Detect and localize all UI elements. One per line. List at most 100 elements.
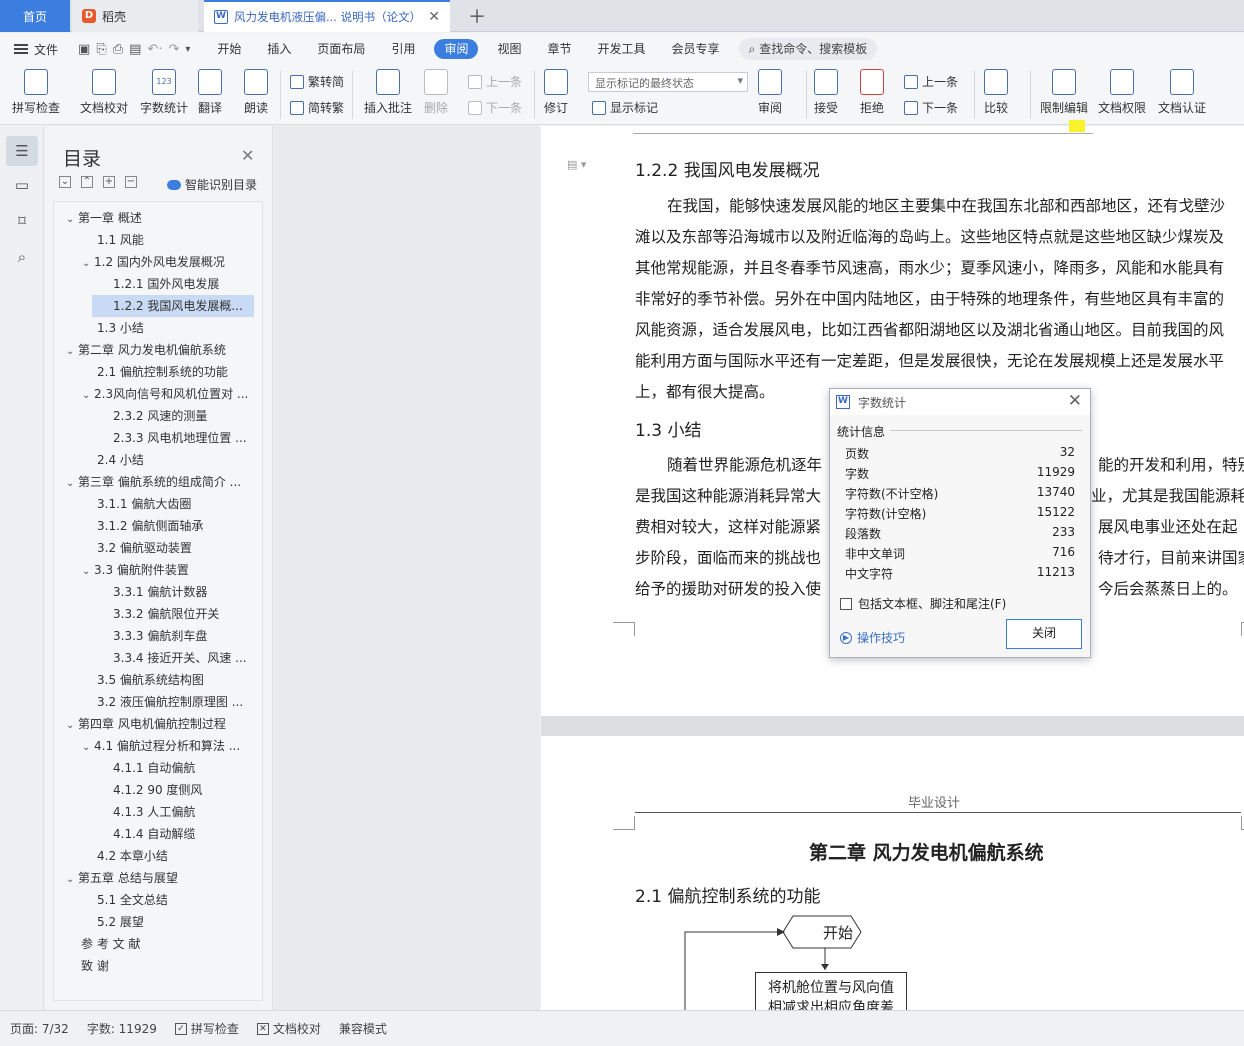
review-pane-button[interactable]: 审阅 [758,69,782,116]
print-icon[interactable]: ⎙ [113,42,123,57]
checkbox-box[interactable] [840,597,852,610]
close-tab-icon[interactable]: ✕ [428,9,440,25]
doc-proof-button[interactable]: 文档校对 [80,69,128,116]
toc-item[interactable]: 4.1.1 自动偏航 [54,757,262,779]
customize-icon[interactable]: ▾ [185,44,190,55]
toc-item[interactable]: 3.3.2 偏航限位开关 [54,603,262,625]
close-icon[interactable]: ✕ [241,146,254,165]
toc-item[interactable]: 3.3.3 偏航刹车盘 [54,625,262,647]
file-menu[interactable]: 文件 [0,41,68,58]
toc-item[interactable]: 3.1.1 偏航大齿圈 [54,493,262,515]
toc-item[interactable]: 2.4 小结 [54,449,262,471]
menu-section[interactable]: 章节 [534,39,584,59]
toc-item[interactable]: 3.1.2 偏航侧面轴承 [54,515,262,537]
next-change-button[interactable]: 下一条 [904,99,958,116]
smart-toc-button[interactable]: 智能识别目录 [167,176,257,193]
remove-item-icon[interactable]: − [125,176,137,188]
menu-member[interactable]: 会员专享 [659,39,733,59]
new-tab-button[interactable]: ＋ [462,0,492,32]
insert-comment-button[interactable]: 插入批注 [364,69,412,116]
menu-start[interactable]: 开始 [204,39,254,59]
toc-item[interactable]: 1.1 风能 [54,229,262,251]
toc-item[interactable]: 3.2 液压偏航控制原理图 ... [54,691,254,713]
undo-icon[interactable]: ↶· [147,42,162,57]
menu-insert[interactable]: 插入 [254,39,304,59]
toc-item[interactable]: ⌄ 3.3 偏航附件装置 [54,559,262,581]
toc-item[interactable]: 4.1.2 90 度侧风 [54,779,262,801]
translate-button[interactable]: 翻译 [198,69,222,116]
toc-item[interactable]: 3.3.4 接近开关、风速 ... [54,647,254,669]
redo-icon[interactable]: ↷ [168,42,179,57]
find-icon[interactable]: ⌕ [6,242,38,272]
markup-state-select[interactable]: 显示标记的最终状态 [588,72,748,92]
command-search[interactable]: ⌕ 查找命令、搜索模板 [738,38,878,60]
toc-item[interactable]: 4.1.3 人工偏航 [54,801,262,823]
toc-item[interactable]: 2.3.2 风速的测量 [54,405,262,427]
toc-item[interactable]: 致 谢 [54,955,262,977]
toc-item[interactable]: ⌄ 2.3风向信号和风机位置对 ... [54,383,254,405]
trad-to-simp-button[interactable]: 繁转简 [290,73,344,90]
compare-button[interactable]: 比较 [984,69,1008,116]
toc-item[interactable]: 4.1.4 自动解缆 [54,823,262,845]
reject-button[interactable]: 拒绝 [860,69,884,116]
tab-document[interactable]: W 风力发电机液压偏... 说明书（论文） ✕ [204,0,450,32]
export-icon[interactable]: ⎘ [96,42,106,57]
outline-icon[interactable]: ☰ [6,136,38,166]
document-page[interactable]: 毕业设计 第二章 风力发电机偏航系统 2.1 偏航控制系统的功能 开始 将机舱位… [541,736,1244,1016]
word-count-button[interactable]: 123 字数统计 [140,69,188,116]
toc-item[interactable]: 1.2.1 国外风电发展 [54,273,262,295]
toc-item[interactable]: 4.2 本章小结 [54,845,262,867]
close-icon[interactable]: ✕ [1068,391,1082,411]
prev-change-button[interactable]: 上一条 [904,73,958,90]
toc-item[interactable]: 1.3 小结 [54,317,262,339]
toc-item[interactable]: ⌄ 第四章 风电机偏航控制过程 [54,713,262,735]
spell-check-toggle[interactable]: ✓ 拼写检查 [174,1020,239,1037]
toc-item[interactable]: ⌄ 第三章 偏航系统的组成简介 ... [54,471,254,493]
doc-rights-button[interactable]: 文档权限 [1098,69,1146,116]
track-changes-button[interactable]: 修订 [544,69,568,116]
toc-item[interactable]: ⌄ 第一章 概述 [54,207,262,229]
menu-reference[interactable]: 引用 [378,39,428,59]
tips-link[interactable]: ▶ 操作技巧 [840,629,905,646]
toc-item[interactable]: 5.2 展望 [54,911,262,933]
restrict-editing-button[interactable]: 限制编辑 [1040,69,1088,116]
toc-item[interactable]: 3.3.1 偏航计数器 [54,581,262,603]
spell-check-button[interactable]: 拼写检查 [12,69,60,116]
save-icon[interactable]: ▣ [78,42,90,57]
toc-item[interactable]: 3.5 偏航系统结构图 [54,669,262,691]
toc-item[interactable]: 3.2 偏航驱动装置 [54,537,262,559]
tab-home[interactable]: 首页 [0,0,70,32]
toc-item[interactable]: 2.1 偏航控制系统的功能 [54,361,262,383]
expand-all-icon[interactable]: ⌃ [81,176,93,188]
prev-comment-button[interactable]: 上一条 [468,73,522,90]
tab-daoke[interactable]: D 稻壳 [72,0,198,32]
include-textbox-checkbox[interactable]: 包括文本框、脚注和尾注(F) [840,595,1006,612]
toc-item[interactable]: 2.3.3 风电机地理位置 ... [54,427,254,449]
accept-button[interactable]: 接受 [814,69,838,116]
menu-review[interactable]: 审阅 [434,39,479,59]
delete-comment-button[interactable]: 删除 [424,69,448,116]
bookmark-icon[interactable]: ⌑ [6,206,38,236]
menu-devtools[interactable]: 开发工具 [585,39,659,59]
next-comment-button[interactable]: 下一条 [468,99,522,116]
simp-to-trad-button[interactable]: 简转繁 [290,99,344,116]
toc-item[interactable]: 参 考 文 献 [54,933,262,955]
add-item-icon[interactable]: + [103,176,115,188]
toc-item[interactable]: 5.1 全文总结 [54,889,262,911]
menu-view[interactable]: 视图 [484,39,534,59]
menu-layout[interactable]: 页面布局 [304,39,378,59]
doc-proof-toggle[interactable]: ✕ 文档校对 [256,1020,321,1037]
close-button[interactable]: 关闭 [1006,619,1082,649]
toc-item[interactable]: ⌄ 第五章 总结与展望 [54,867,262,889]
read-aloud-button[interactable]: 朗读 [244,69,268,116]
paragraph-menu-icon[interactable]: ▤ ▾ [567,158,586,171]
chapter-nav-icon[interactable]: ▭ [6,170,38,200]
doc-certify-button[interactable]: 文档认证 [1158,69,1206,116]
toc-item-selected[interactable]: 1.2.2 我国风电发展概... [92,295,254,317]
print-preview-icon[interactable]: ▤ [129,42,141,57]
page-indicator[interactable]: 页面: 7/32 [10,1020,69,1037]
toc-item[interactable]: ⌄ 4.1 偏航过程分析和算法 ... [54,735,254,757]
collapse-all-icon[interactable]: ⌄ [59,176,71,188]
toc-item[interactable]: ⌄ 第二章 风力发电机偏航系统 [54,339,262,361]
toc-item[interactable]: ⌄ 1.2 国内外风电发展概况 [54,251,262,273]
